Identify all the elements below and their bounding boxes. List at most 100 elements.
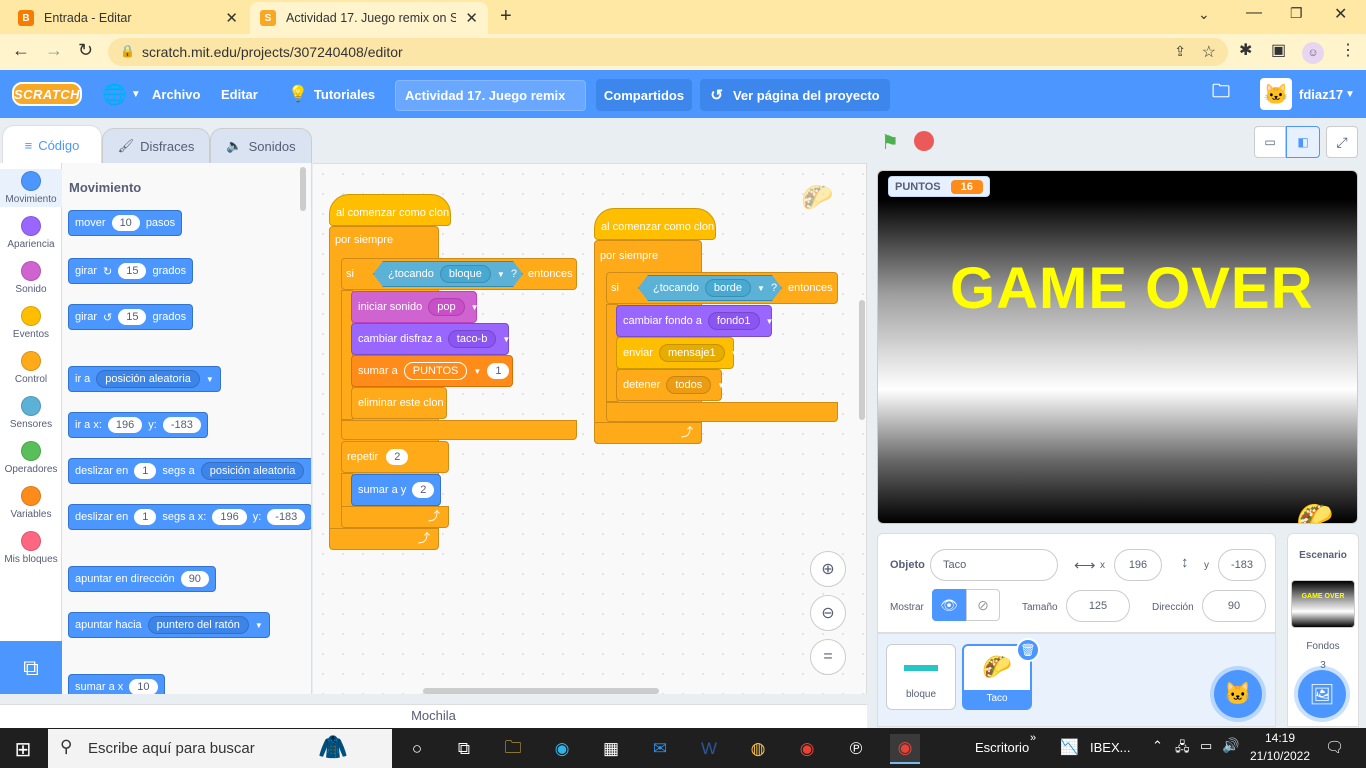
file-explorer-icon[interactable]: 🗀: [498, 734, 528, 764]
see-project-page-button[interactable]: ↺ Ver página del proyecto: [700, 79, 890, 111]
category-my-blocks[interactable]: Mis bloques: [0, 531, 62, 565]
windows-start-icon[interactable]: ⊞: [8, 734, 38, 764]
close-tab-icon[interactable]: ✕: [465, 9, 478, 27]
my-stuff-folder-icon[interactable]: 🗀: [1212, 70, 1230, 118]
script1-repeat-block[interactable]: repetir 2: [341, 441, 449, 473]
category-sound[interactable]: Sonido: [0, 261, 62, 295]
browser-tab-entrada[interactable]: B Entrada - Editar ✕: [8, 2, 248, 34]
add-extension-button[interactable]: ⧉: [0, 641, 62, 694]
profile-avatar[interactable]: ☺: [1302, 42, 1324, 64]
network-icon[interactable]: 🖧: [1175, 738, 1190, 760]
restore-icon[interactable]: ❐: [1290, 5, 1303, 22]
large-stage-icon[interactable]: ◧: [1286, 126, 1320, 158]
script2-hat-when-clone[interactable]: al comenzar como clon: [594, 208, 716, 240]
forward-icon[interactable]: →: [45, 40, 63, 61]
script1-delete-clone[interactable]: eliminar este clon: [351, 387, 447, 419]
code-vertical-scrollbar[interactable]: [859, 300, 865, 420]
block-glide-to[interactable]: deslizar en1segs aposición aleatoria▼: [68, 458, 311, 484]
zoom-in-icon[interactable]: ⊕: [810, 551, 846, 587]
tray-chevron-up-icon[interactable]: ⌃: [1152, 738, 1163, 754]
language-globe-icon[interactable]: 🌐 ▼: [102, 70, 141, 118]
taco-sprite-icon[interactable]: 🌮: [1296, 501, 1333, 523]
window-close-icon[interactable]: ✕: [1334, 4, 1347, 24]
close-tab-icon[interactable]: ✕: [225, 9, 238, 27]
stage-canvas[interactable]: PUNTOS 16 GAME OVER 🌮: [877, 170, 1358, 524]
battery-icon[interactable]: ▭: [1200, 738, 1212, 754]
block-change-x[interactable]: sumar a x 10: [68, 674, 165, 694]
show-eye-icon[interactable]: 👁: [932, 589, 966, 621]
tutorials-menu[interactable]: 💡 Tutoriales: [288, 70, 375, 118]
stop-sign-icon[interactable]: [914, 131, 934, 151]
add-sprite-cat-icon[interactable]: 🐱: [1214, 670, 1262, 718]
sprite-thumb-bloque[interactable]: bloque: [886, 644, 956, 710]
back-icon[interactable]: ←: [12, 40, 30, 61]
block-point-towards[interactable]: apuntar hacia puntero del ratón ▼: [68, 612, 270, 638]
desktop-label[interactable]: Escritorio: [975, 740, 1029, 755]
zoom-reset-icon[interactable]: =: [810, 639, 846, 675]
scratch-logo[interactable]: SCRATCH: [12, 82, 82, 106]
username[interactable]: fdiaz17: [1299, 70, 1343, 118]
script2-switch-backdrop[interactable]: cambiar fondo a fondo1 ▼: [616, 305, 773, 337]
vpn-icon[interactable]: ◍: [743, 734, 773, 764]
sprite-name-input[interactable]: Taco: [930, 549, 1058, 581]
block-point-direction[interactable]: apuntar en dirección 90: [68, 566, 216, 592]
word-icon[interactable]: W: [694, 734, 724, 764]
edge-icon[interactable]: ◉: [547, 734, 577, 764]
script2-stop[interactable]: detener todos ▼: [616, 369, 725, 401]
clock-time[interactable]: 14:19: [1250, 731, 1310, 745]
category-sensing[interactable]: Sensores: [0, 396, 62, 430]
tab-sounds[interactable]: 🔈 Sonidos: [210, 128, 312, 164]
script1-change-variable[interactable]: sumar a PUNTOS ▼ 1: [351, 355, 513, 387]
direction-input[interactable]: 90: [1202, 590, 1266, 622]
account-chevron-down-icon[interactable]: ▼: [1345, 70, 1355, 118]
category-motion[interactable]: Movimiento: [0, 169, 62, 207]
block-go-to[interactable]: ir a posición aleatoria ▼: [68, 366, 221, 392]
shared-button[interactable]: Compartidos: [596, 79, 692, 111]
file-menu[interactable]: Archivo: [152, 70, 200, 118]
stage-target-panel[interactable]: Escenario GAME OVER Fondos 3 🖼: [1287, 533, 1359, 727]
delete-sprite-trash-icon[interactable]: 🗑: [1016, 638, 1040, 662]
small-stage-icon[interactable]: ▭: [1254, 126, 1286, 158]
block-glide-to-xy[interactable]: deslizar en 1 segs a x: 196 y: -183: [68, 504, 311, 530]
desktop-chevron-icon[interactable]: »: [1030, 732, 1036, 744]
browser-menu-icon[interactable]: ⋮: [1340, 40, 1356, 60]
zoom-out-icon[interactable]: ⊖: [810, 595, 846, 631]
block-move-steps[interactable]: mover 10 pasos: [68, 210, 183, 236]
category-variables[interactable]: Variables: [0, 486, 62, 520]
y-input[interactable]: -183: [1218, 549, 1266, 581]
x-input[interactable]: 196: [1114, 549, 1162, 581]
fullscreen-icon[interactable]: ⤢: [1326, 126, 1358, 158]
bookmark-star-icon[interactable]: ☆: [1202, 42, 1216, 62]
mail-icon[interactable]: ✉: [645, 734, 675, 764]
script2-broadcast[interactable]: enviar mensaje1 ▼: [616, 337, 739, 369]
palette-scrollbar[interactable]: [300, 167, 306, 211]
category-operators[interactable]: Operadores: [0, 441, 62, 475]
store-icon[interactable]: ▦: [596, 734, 626, 764]
taskbar-search-input[interactable]: ⚲ Escribe aquí para buscar 🧥: [48, 729, 392, 768]
category-events[interactable]: Eventos: [0, 306, 62, 340]
tab-code[interactable]: ≡ Código: [2, 125, 102, 164]
add-backdrop-icon[interactable]: 🖼: [1298, 670, 1346, 718]
script1-touching-block[interactable]: ¿tocando bloque ▼?: [373, 261, 523, 287]
address-bar[interactable]: 🔒 scratch.mit.edu/projects/307240408/edi…: [108, 38, 1228, 66]
project-title-input[interactable]: Actividad 17. Juego remix: [395, 80, 586, 111]
category-control[interactable]: Control: [0, 351, 62, 385]
ibex-label[interactable]: IBEX...: [1090, 740, 1130, 755]
extensions-icon[interactable]: ✱: [1239, 40, 1252, 60]
backpack-header[interactable]: Mochila: [0, 704, 867, 728]
side-panel-icon[interactable]: ▣: [1271, 40, 1286, 60]
share-icon[interactable]: ⇪: [1174, 43, 1186, 60]
minimize-icon[interactable]: —: [1246, 4, 1262, 22]
app-icon[interactable]: ℗: [841, 734, 871, 764]
code-workspace[interactable]: al comenzar como clon por siempre si ¿to…: [313, 163, 867, 694]
script1-play-sound[interactable]: iniciar sonido pop ▼: [351, 291, 478, 323]
size-input[interactable]: 125: [1066, 590, 1130, 622]
user-avatar[interactable]: 🐱: [1260, 78, 1292, 110]
edit-menu[interactable]: Editar: [221, 70, 258, 118]
volume-icon[interactable]: 🔊: [1222, 737, 1239, 754]
chrome-active-icon[interactable]: ◉: [890, 734, 920, 764]
chrome-icon[interactable]: ◉: [792, 734, 822, 764]
tab-costumes[interactable]: 🖌 Disfraces: [102, 128, 210, 164]
task-view-icon[interactable]: ⧉: [449, 734, 479, 764]
reload-icon[interactable]: ↻: [78, 40, 93, 61]
